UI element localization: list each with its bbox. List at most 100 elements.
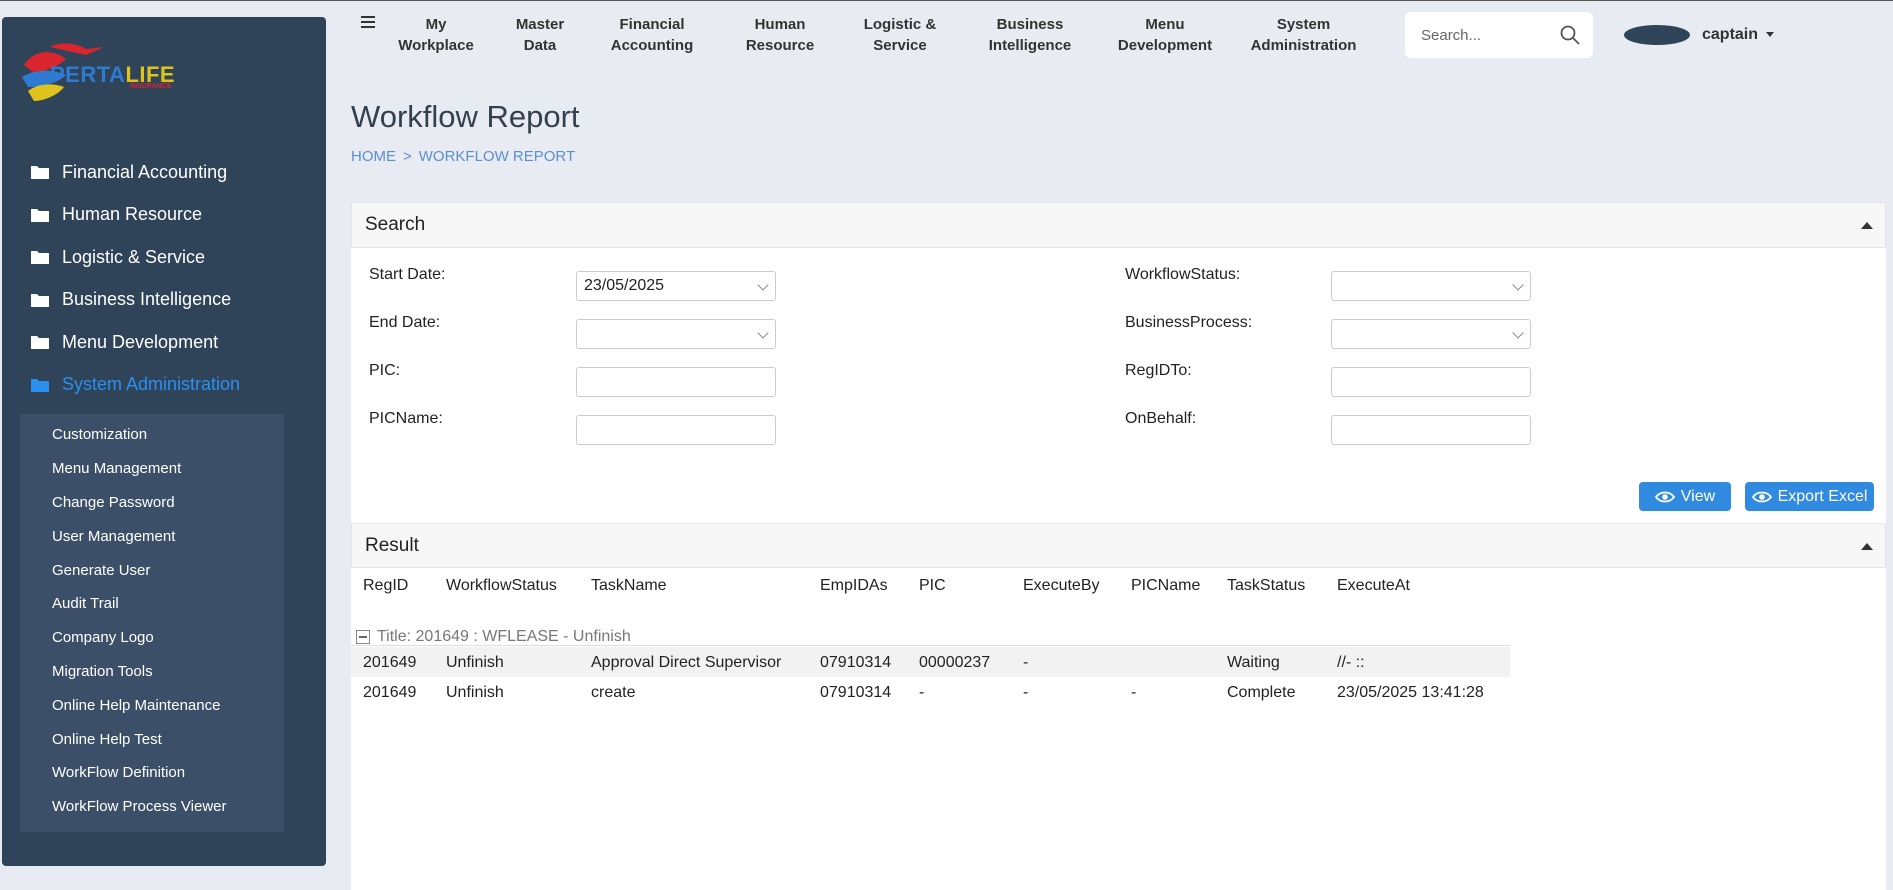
folder-open-icon xyxy=(31,378,49,392)
sidebar-item-label: Human Resource xyxy=(62,204,203,225)
cell-regid: 201649 xyxy=(363,684,417,701)
cell-workflowstatus: Unfinish xyxy=(446,684,504,701)
topnav-human-resource[interactable]: Human Resource xyxy=(730,14,830,56)
businessprocess-label: BusinessProcess: xyxy=(1125,314,1253,331)
column-header-picname[interactable]: PICName xyxy=(1131,577,1200,595)
column-header-executeby[interactable]: ExecuteBy xyxy=(1023,577,1099,595)
search-icon[interactable] xyxy=(1559,24,1581,46)
group-row: Title: 201649 : WFLEASE - Unfinish xyxy=(351,616,1510,646)
submenu-item-user-management[interactable]: User Management xyxy=(20,519,284,553)
chevron-down-icon xyxy=(757,327,769,339)
sidebar-item-financial-accounting[interactable]: Financial Accounting xyxy=(2,151,326,194)
submenu-item-menu-management[interactable]: Menu Management xyxy=(20,452,284,486)
topnav-menu-development[interactable]: Menu Development xyxy=(1110,14,1220,56)
picname-label: PICName: xyxy=(369,410,443,427)
folder-icon xyxy=(31,166,49,180)
end-date-field[interactable] xyxy=(576,319,776,349)
submenu-item-migration-tools[interactable]: Migration Tools xyxy=(20,655,284,689)
topnav-my-workplace[interactable]: My Workplace xyxy=(396,14,476,56)
submenu-item-online-help-maintenance[interactable]: Online Help Maintenance xyxy=(20,688,284,722)
submenu-item-generate-user[interactable]: Generate User xyxy=(20,553,284,587)
cell-taskname: Approval Direct Supervisor xyxy=(591,654,782,671)
user-menu[interactable]: captain xyxy=(1702,26,1775,44)
cell-empidas: 07910314 xyxy=(820,684,892,701)
caret-down-icon xyxy=(1766,32,1775,38)
avatar[interactable] xyxy=(1624,25,1690,45)
sidebar-nav: Financial Accounting Human Resource Logi… xyxy=(2,151,326,406)
submenu-item-online-help-test[interactable]: Online Help Test xyxy=(20,722,284,756)
submenu-item-customization[interactable]: Customization xyxy=(20,418,284,452)
pic-label: PIC: xyxy=(369,362,401,379)
view-button[interactable]: View xyxy=(1639,482,1731,511)
column-header-pic[interactable]: PIC xyxy=(919,577,946,595)
cell-taskname: create xyxy=(591,684,636,701)
workflowstatus-label: WorkflowStatus: xyxy=(1125,266,1241,283)
cell-executeby: - xyxy=(1023,654,1029,671)
result-panel: Result RegID WorkflowStatus TaskName Emp… xyxy=(351,524,1886,890)
global-search-input[interactable] xyxy=(1421,24,1551,46)
collapse-icon[interactable] xyxy=(1861,543,1873,550)
table-row[interactable]: 201649 Unfinish Approval Direct Supervis… xyxy=(351,647,1510,677)
column-header-taskstatus[interactable]: TaskStatus xyxy=(1227,577,1305,595)
column-header-regid[interactable]: RegID xyxy=(363,577,408,595)
submenu-item-workflow-definition[interactable]: WorkFlow Definition xyxy=(20,756,284,790)
collapse-group-icon[interactable] xyxy=(356,630,370,644)
onbehalf-input[interactable] xyxy=(1331,415,1531,445)
cell-picname: - xyxy=(1131,684,1137,701)
topnav-system-administration[interactable]: System Administration xyxy=(1246,14,1361,56)
search-panel-header[interactable]: Search xyxy=(351,202,1886,248)
table-row[interactable]: 201649 Unfinish create 07910314 - - - Co… xyxy=(351,677,1510,707)
pic-input[interactable] xyxy=(576,367,776,397)
sidebar-item-label: Financial Accounting xyxy=(62,161,228,182)
sidebar-item-menu-development[interactable]: Menu Development xyxy=(2,321,326,364)
regidto-label: RegIDTo: xyxy=(1125,362,1192,379)
topnav-master-data[interactable]: Master Data xyxy=(500,14,580,56)
hamburger-menu-icon[interactable] xyxy=(361,16,375,28)
start-date-field[interactable]: 23/05/2025 xyxy=(576,271,776,301)
workflowstatus-select[interactable] xyxy=(1331,271,1531,301)
export-excel-button-label: Export Excel xyxy=(1777,487,1868,505)
submenu-item-workflow-process-viewer[interactable]: WorkFlow Process Viewer xyxy=(20,790,284,824)
businessprocess-select[interactable] xyxy=(1331,319,1531,349)
column-header-taskname[interactable]: TaskName xyxy=(591,577,667,595)
breadcrumb-current: WORKFLOW REPORT xyxy=(418,148,576,165)
topnav-financial-accounting[interactable]: Financial Accounting xyxy=(602,14,702,56)
search-panel: Search Start Date: 23/05/2025 End Date: … xyxy=(351,202,1886,523)
breadcrumb-separator: > xyxy=(403,148,412,165)
cell-executeat: //- :: xyxy=(1337,654,1365,671)
folder-icon xyxy=(31,336,49,350)
sidebar-item-system-administration[interactable]: System Administration xyxy=(2,364,326,407)
topnav-business-intelligence[interactable]: Business Intelligence xyxy=(980,14,1080,56)
sidebar-item-label: Menu Development xyxy=(62,331,219,352)
page-title: Workflow Report xyxy=(351,99,580,134)
topnav-logistic-service[interactable]: Logistic & Service xyxy=(850,14,950,56)
submenu-item-audit-trail[interactable]: Audit Trail xyxy=(20,587,284,621)
sidebar-item-logistic-service[interactable]: Logistic & Service xyxy=(2,236,326,279)
sidebar-item-label: Business Intelligence xyxy=(62,289,232,310)
brand-tagline: INSURANCE xyxy=(130,83,172,90)
export-excel-button[interactable]: Export Excel xyxy=(1745,482,1874,511)
submenu-item-company-logo[interactable]: Company Logo xyxy=(20,621,284,655)
cell-taskstatus: Waiting xyxy=(1227,654,1280,671)
cell-pic: 00000237 xyxy=(919,654,991,671)
sidebar-item-business-intelligence[interactable]: Business Intelligence xyxy=(2,279,326,322)
column-header-executeat[interactable]: ExecuteAt xyxy=(1337,577,1410,595)
collapse-icon[interactable] xyxy=(1861,222,1873,229)
column-header-empidas[interactable]: EmpIDAs xyxy=(820,577,888,595)
sidebar-item-human-resource[interactable]: Human Resource xyxy=(2,194,326,237)
username-label: captain xyxy=(1702,26,1759,43)
result-panel-header[interactable]: Result xyxy=(351,524,1886,568)
column-header-workflowstatus[interactable]: WorkflowStatus xyxy=(446,577,557,595)
onbehalf-label: OnBehalf: xyxy=(1125,410,1197,427)
chevron-down-icon xyxy=(1512,327,1524,339)
regidto-input[interactable] xyxy=(1331,367,1531,397)
start-date-value: 23/05/2025 xyxy=(584,277,665,294)
sidebar-item-label: Logistic & Service xyxy=(62,246,206,267)
cell-workflowstatus: Unfinish xyxy=(446,654,504,671)
view-button-label: View xyxy=(1680,487,1716,505)
breadcrumb: HOME > WORKFLOW REPORT xyxy=(351,148,582,165)
breadcrumb-home[interactable]: HOME xyxy=(351,148,396,165)
cell-executeat: 23/05/2025 13:41:28 xyxy=(1337,684,1484,701)
picname-input[interactable] xyxy=(576,415,776,445)
submenu-item-change-password[interactable]: Change Password xyxy=(20,486,284,520)
